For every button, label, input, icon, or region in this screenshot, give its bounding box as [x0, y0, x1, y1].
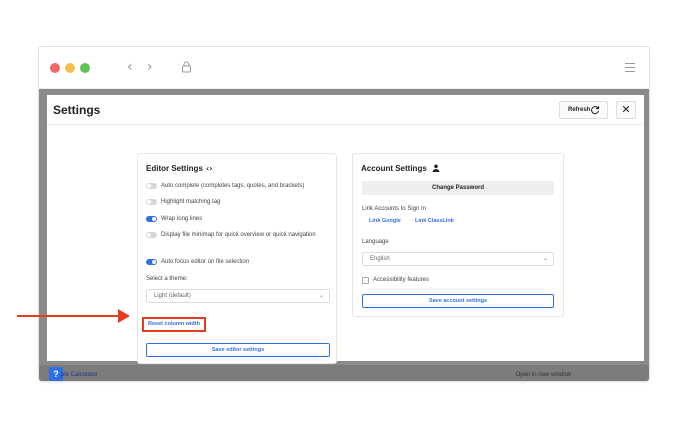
settings-modal: Settings Refresh ✕ Editor Settings ‹› Au… [47, 95, 644, 364]
toggle-switch[interactable] [146, 259, 157, 265]
option-wrap-lines[interactable]: Wrap long lines [146, 215, 331, 224]
chevron-down-icon: ⌄ [542, 255, 548, 262]
link-google-link[interactable]: Link Google [369, 218, 401, 224]
refresh-label: Refresh [568, 107, 591, 113]
language-label: Language [362, 239, 389, 245]
accessibility-label: Accessibility features [373, 277, 430, 283]
calculator-link[interactable]: ple Calculator [61, 372, 98, 378]
toggle-switch[interactable] [146, 216, 157, 222]
accessibility-checkbox[interactable] [362, 277, 369, 284]
close-button[interactable]: ✕ [616, 101, 636, 119]
minimize-window-icon[interactable] [65, 63, 75, 73]
reset-column-width-button[interactable]: Reset column width [142, 317, 206, 332]
toggle-switch[interactable] [146, 183, 157, 189]
editor-settings-title: Editor Settings ‹› [146, 164, 213, 173]
save-editor-settings-button[interactable]: Save editor settings [146, 343, 330, 357]
toggle-switch[interactable] [146, 232, 157, 238]
user-icon [432, 164, 440, 172]
change-password-button[interactable]: Change Password [362, 181, 554, 195]
theme-select[interactable]: Light (default) ⌄ [146, 289, 330, 303]
chevron-down-icon: ⌄ [318, 292, 324, 299]
background-footer: ? ple Calculator Open in new window [39, 365, 649, 381]
open-new-window-link[interactable]: Open in new window [516, 372, 571, 378]
annotation-arrow-icon [118, 309, 130, 323]
account-settings-title: Account Settings [361, 164, 440, 173]
browser-toolbar: ‹ › [39, 47, 649, 89]
option-minimap[interactable]: Display file minimap for quick overview … [146, 231, 331, 240]
modal-header: Settings Refresh ✕ [47, 95, 644, 125]
link-accounts-label: Link Accounts to Sign In [362, 206, 427, 212]
toggle-switch[interactable] [146, 199, 157, 205]
refresh-button[interactable]: Refresh [559, 101, 608, 119]
option-auto-focus[interactable]: Auto focus editor on file selection [146, 258, 331, 267]
lock-icon [182, 61, 191, 73]
back-arrow-icon[interactable]: ‹ [127, 59, 133, 75]
annotation-arrow-line [17, 315, 123, 317]
page-title: Settings [53, 103, 101, 117]
menu-icon[interactable] [625, 63, 635, 73]
account-settings-card: Account Settings Change Password Link Ac… [352, 153, 564, 317]
forward-arrow-icon[interactable]: › [147, 59, 153, 75]
theme-label: Select a theme: [146, 276, 188, 282]
language-select[interactable]: English ⌄ [362, 252, 554, 266]
maximize-window-icon[interactable] [80, 63, 90, 73]
code-icon: ‹› [205, 164, 213, 173]
close-window-icon[interactable] [50, 63, 60, 73]
link-classlink-link[interactable]: Link ClassLink [415, 218, 454, 224]
editor-settings-card: Editor Settings ‹› Auto complete (complet… [137, 153, 337, 364]
option-highlight-tag[interactable]: Highlight matching tag [146, 198, 331, 207]
option-auto-complete[interactable]: Auto complete (completes tags, quotes, a… [146, 182, 331, 191]
browser-window: ‹ › ? ple Calculator Open in new window … [38, 46, 650, 382]
save-account-settings-button[interactable]: Save account settings [362, 294, 554, 308]
app-area: ? ple Calculator Open in new window Sett… [39, 89, 649, 381]
refresh-icon [591, 106, 600, 115]
